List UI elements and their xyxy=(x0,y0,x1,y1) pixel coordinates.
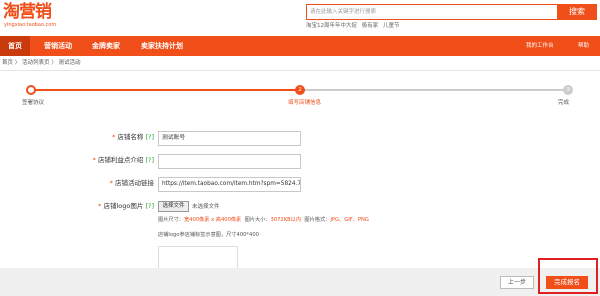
divider xyxy=(0,70,600,71)
shop-logo-label: * 店铺logo图片 [?] xyxy=(98,202,154,210)
hot-word-link[interactable]: 极有家 xyxy=(362,23,379,29)
image-spec: 图片尺寸：宽400像素 x 高400像素 图片大小：3072KB以内 图片格式：… xyxy=(158,217,369,223)
shop-intro-label: * 店铺利益点介绍 [?] xyxy=(92,156,154,164)
breadcrumb: 首页 〉 活动列表页 〉 测试活动 xyxy=(2,60,81,66)
nav-item-marketing[interactable]: 营销活动 xyxy=(38,36,78,56)
shop-name-label: * 店铺名称 [?] xyxy=(112,133,154,141)
nav-item-home[interactable]: 首页 xyxy=(0,36,30,56)
step-progress-done xyxy=(31,89,300,91)
shop-link-input[interactable]: https://item.taobao.com/item.htm?spm=582… xyxy=(158,177,301,192)
choose-file-button[interactable]: 选择文件 xyxy=(158,201,189,212)
preview-note: 店铺logo参店铺标签示意图，尺寸400*400 xyxy=(158,232,259,238)
shop-intro-input[interactable] xyxy=(158,154,301,169)
help-icon[interactable]: [?] xyxy=(145,133,154,141)
prev-step-button[interactable]: 上一步 xyxy=(500,276,534,289)
nav-help-link[interactable]: 帮助 xyxy=(578,36,589,56)
step-progress-todo xyxy=(300,89,568,91)
shop-link-label: * 店铺活动链接 xyxy=(109,179,154,187)
complete-registration-button[interactable]: 完成报名 xyxy=(546,276,588,289)
step-3-circle: 3 xyxy=(563,85,573,95)
search-button[interactable]: 搜索 xyxy=(557,4,597,20)
help-icon[interactable]: [?] xyxy=(145,156,154,164)
hot-words: 淘宝12周年年中大促 极有家 儿童节 xyxy=(306,22,403,30)
step-3-label: 完成 xyxy=(558,100,570,106)
step-2-circle: 2 xyxy=(295,85,305,95)
hot-word-link[interactable]: 儿童节 xyxy=(383,23,400,29)
upload-status: 未选择文件 xyxy=(192,204,220,210)
nav-item-support-plan[interactable]: 卖家扶持计划 xyxy=(134,36,190,56)
nav-workbench-link[interactable]: 我的工作台 xyxy=(526,36,554,56)
shop-name-input[interactable]: 测试账号 xyxy=(158,131,301,146)
step-1-label: 签署协议 xyxy=(22,100,45,106)
nav-item-gold-seller[interactable]: 金牌卖家 xyxy=(86,36,126,56)
search-placeholder: 请在此输入关键字进行搜索 xyxy=(310,9,377,15)
step-1-circle xyxy=(26,85,36,95)
logo-subtitle: yingxiao.taobao.com xyxy=(4,22,57,28)
step-2-label: 填写店铺信息 xyxy=(288,100,322,106)
logo[interactable]: 淘营销 xyxy=(3,2,52,22)
hot-word-link[interactable]: 淘宝12周年年中大促 xyxy=(306,23,357,29)
help-icon[interactable]: [?] xyxy=(145,202,154,210)
